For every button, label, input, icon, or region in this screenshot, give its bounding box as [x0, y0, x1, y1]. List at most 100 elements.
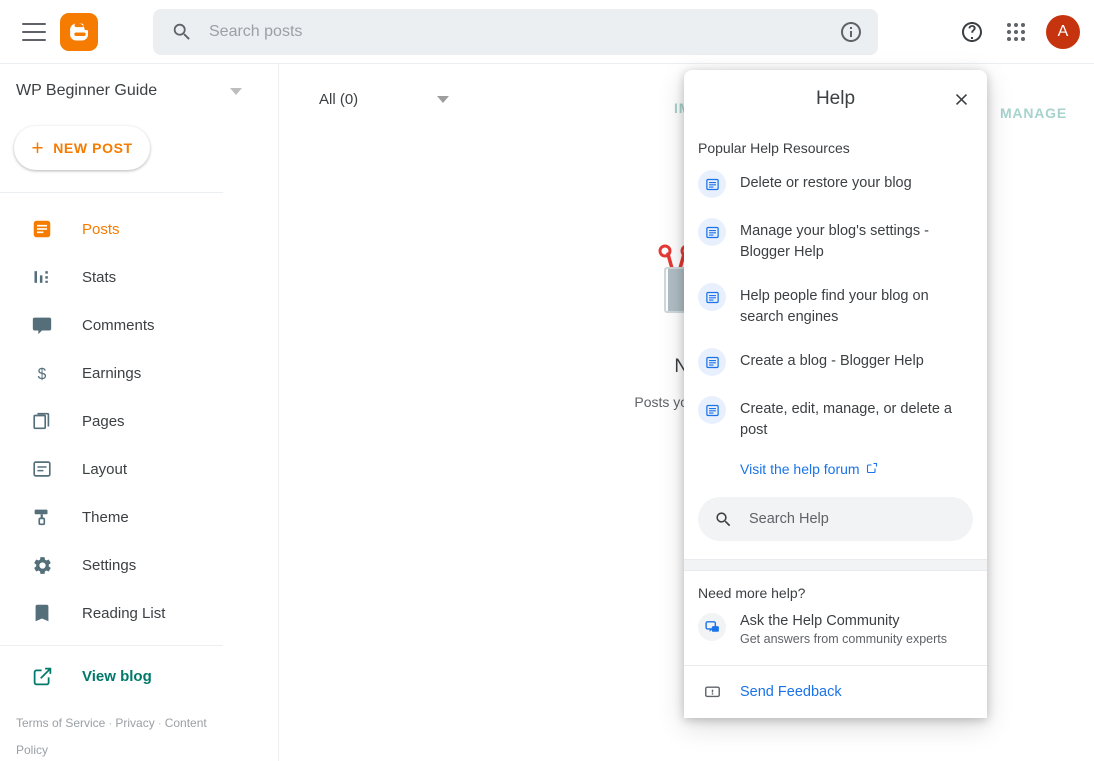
open-in-new-icon: [866, 461, 878, 477]
sidebar-item-label: Reading List: [82, 604, 166, 622]
help-panel-body: Popular Help Resources Delete or restore…: [684, 128, 987, 665]
footer-separator: ·: [157, 716, 162, 730]
help-resource-item[interactable]: Create a blog - Blogger Help: [684, 338, 987, 386]
help-resource-label: Help people find your blog on search eng…: [740, 288, 929, 325]
layout-icon: [30, 457, 54, 481]
sidebar-item-pages[interactable]: Pages: [0, 397, 278, 445]
new-post-label: NEW POST: [53, 140, 133, 156]
sidebar-item-label: Comments: [82, 316, 155, 334]
help-search-box[interactable]: [698, 497, 973, 541]
send-feedback-section: Send Feedback: [684, 665, 987, 718]
post-filter-dropdown[interactable]: All (0): [319, 91, 459, 108]
sidebar-item-comments[interactable]: Comments: [0, 301, 278, 349]
sidebar-item-theme[interactable]: Theme: [0, 493, 278, 541]
help-resource-item[interactable]: Manage your blog's settings - Blogger He…: [684, 208, 987, 273]
sidebar-item-label: Stats: [82, 268, 117, 286]
terms-of-service-link[interactable]: Terms of Service: [16, 716, 105, 730]
help-search-input[interactable]: [749, 511, 973, 527]
dollar-sign-icon: $: [30, 361, 54, 385]
ask-help-community-item[interactable]: Ask the Help Community Get answers from …: [684, 605, 987, 660]
sidebar-item-label: Layout: [82, 460, 128, 478]
need-more-help-heading: Need more help?: [698, 585, 806, 601]
bookmark-icon: [30, 601, 54, 625]
sidebar-item-label: Earnings: [82, 364, 142, 382]
sidebar-item-stats[interactable]: Stats: [0, 253, 278, 301]
sidebar-item-reading-list[interactable]: Reading List: [0, 589, 278, 637]
gear-icon: [30, 553, 54, 577]
plus-icon: +: [31, 136, 45, 160]
search-icon: [171, 21, 193, 43]
stats-bar-chart-icon: [30, 265, 54, 289]
blog-selector[interactable]: WP Beginner Guide: [0, 64, 278, 118]
help-resource-label: Create, edit, manage, or delete a post: [740, 401, 952, 438]
info-icon[interactable]: [828, 9, 874, 55]
community-title: Ask the Help Community: [740, 613, 900, 629]
blogger-app-window: A WP Beginner Guide + NEW POST Posts: [0, 0, 1094, 761]
help-resource-item[interactable]: Create, edit, manage, or delete a post: [684, 386, 987, 451]
post-filter-label: All (0): [319, 90, 359, 108]
article-icon: [698, 348, 726, 376]
community-text-block: Ask the Help Community Get answers from …: [740, 613, 947, 646]
svg-text:$: $: [38, 366, 47, 383]
top-bar-actions: A: [950, 0, 1080, 64]
hamburger-menu-icon[interactable]: [22, 22, 46, 41]
avatar[interactable]: A: [1046, 15, 1080, 49]
view-blog-button[interactable]: View blog: [0, 652, 278, 700]
help-panel-title: Help: [815, 88, 856, 109]
community-chat-icon: [698, 613, 726, 641]
view-blog-label: View blog: [82, 667, 152, 685]
posts-icon: [30, 217, 54, 241]
article-icon: [698, 218, 726, 246]
send-feedback-button[interactable]: Send Feedback: [684, 666, 987, 718]
sidebar-divider-top: [0, 192, 223, 193]
popular-resources-heading: Popular Help Resources: [698, 140, 850, 156]
sidebar-item-label: Pages: [82, 412, 125, 430]
open-in-new-icon: [30, 664, 54, 688]
article-icon: [698, 283, 726, 311]
paint-roller-icon: [30, 505, 54, 529]
help-resource-label: Manage your blog's settings - Blogger He…: [740, 223, 929, 260]
help-resource-label: Delete or restore your blog: [740, 175, 912, 191]
help-resource-label: Create a blog - Blogger Help: [740, 353, 924, 369]
sidebar-item-posts[interactable]: Posts: [0, 205, 278, 253]
sidebar-item-label: Theme: [82, 508, 129, 526]
feedback-icon: [698, 678, 726, 706]
manage-button[interactable]: MANAGE: [1000, 105, 1067, 121]
send-feedback-label: Send Feedback: [740, 684, 842, 700]
top-app-bar: A: [0, 0, 1094, 64]
article-icon: [698, 170, 726, 198]
help-panel-header: Help: [684, 70, 987, 128]
new-post-button[interactable]: + NEW POST: [14, 126, 150, 170]
article-icon: [698, 396, 726, 424]
sidebar-item-layout[interactable]: Layout: [0, 445, 278, 493]
sidebar-footer-links: Terms of Service · Privacy · Content Policy: [0, 710, 230, 761]
community-subtitle: Get answers from community experts: [740, 632, 948, 646]
privacy-link[interactable]: Privacy: [115, 716, 154, 730]
apps-grid-dots: [1007, 23, 1025, 41]
chevron-down-icon: [437, 95, 449, 103]
visit-help-forum-link[interactable]: Visit the help forum: [740, 461, 878, 477]
pages-copy-icon: [30, 409, 54, 433]
footer-separator: ·: [108, 716, 113, 730]
blog-title: WP Beginner Guide: [16, 82, 158, 99]
help-circle-icon[interactable]: [950, 10, 994, 54]
help-resource-item[interactable]: Delete or restore your blog: [684, 160, 987, 208]
close-icon[interactable]: [943, 81, 979, 117]
comment-bubble-icon: [30, 313, 54, 337]
sidebar-item-label: Posts: [82, 220, 120, 238]
sidebar-divider-bottom: [0, 645, 223, 646]
sidebar-nav: Posts Stats Comments $ Earnings Pages La…: [0, 205, 278, 637]
sidebar-item-settings[interactable]: Settings: [0, 541, 278, 589]
search-posts-box[interactable]: [153, 9, 878, 55]
sidebar-item-earnings[interactable]: $ Earnings: [0, 349, 278, 397]
help-section-divider: [684, 559, 987, 571]
chevron-down-icon: [230, 87, 242, 95]
apps-grid-icon[interactable]: [994, 10, 1038, 54]
help-resource-item[interactable]: Help people find your blog on search eng…: [684, 273, 987, 338]
search-input[interactable]: [209, 23, 828, 41]
help-panel: Help Popular Help Resources Delete or re…: [684, 70, 987, 718]
search-icon: [714, 510, 733, 529]
visit-help-forum-label: Visit the help forum: [740, 461, 860, 477]
sidebar: WP Beginner Guide + NEW POST Posts Stats: [0, 64, 279, 761]
blogger-logo-icon[interactable]: [60, 12, 98, 51]
